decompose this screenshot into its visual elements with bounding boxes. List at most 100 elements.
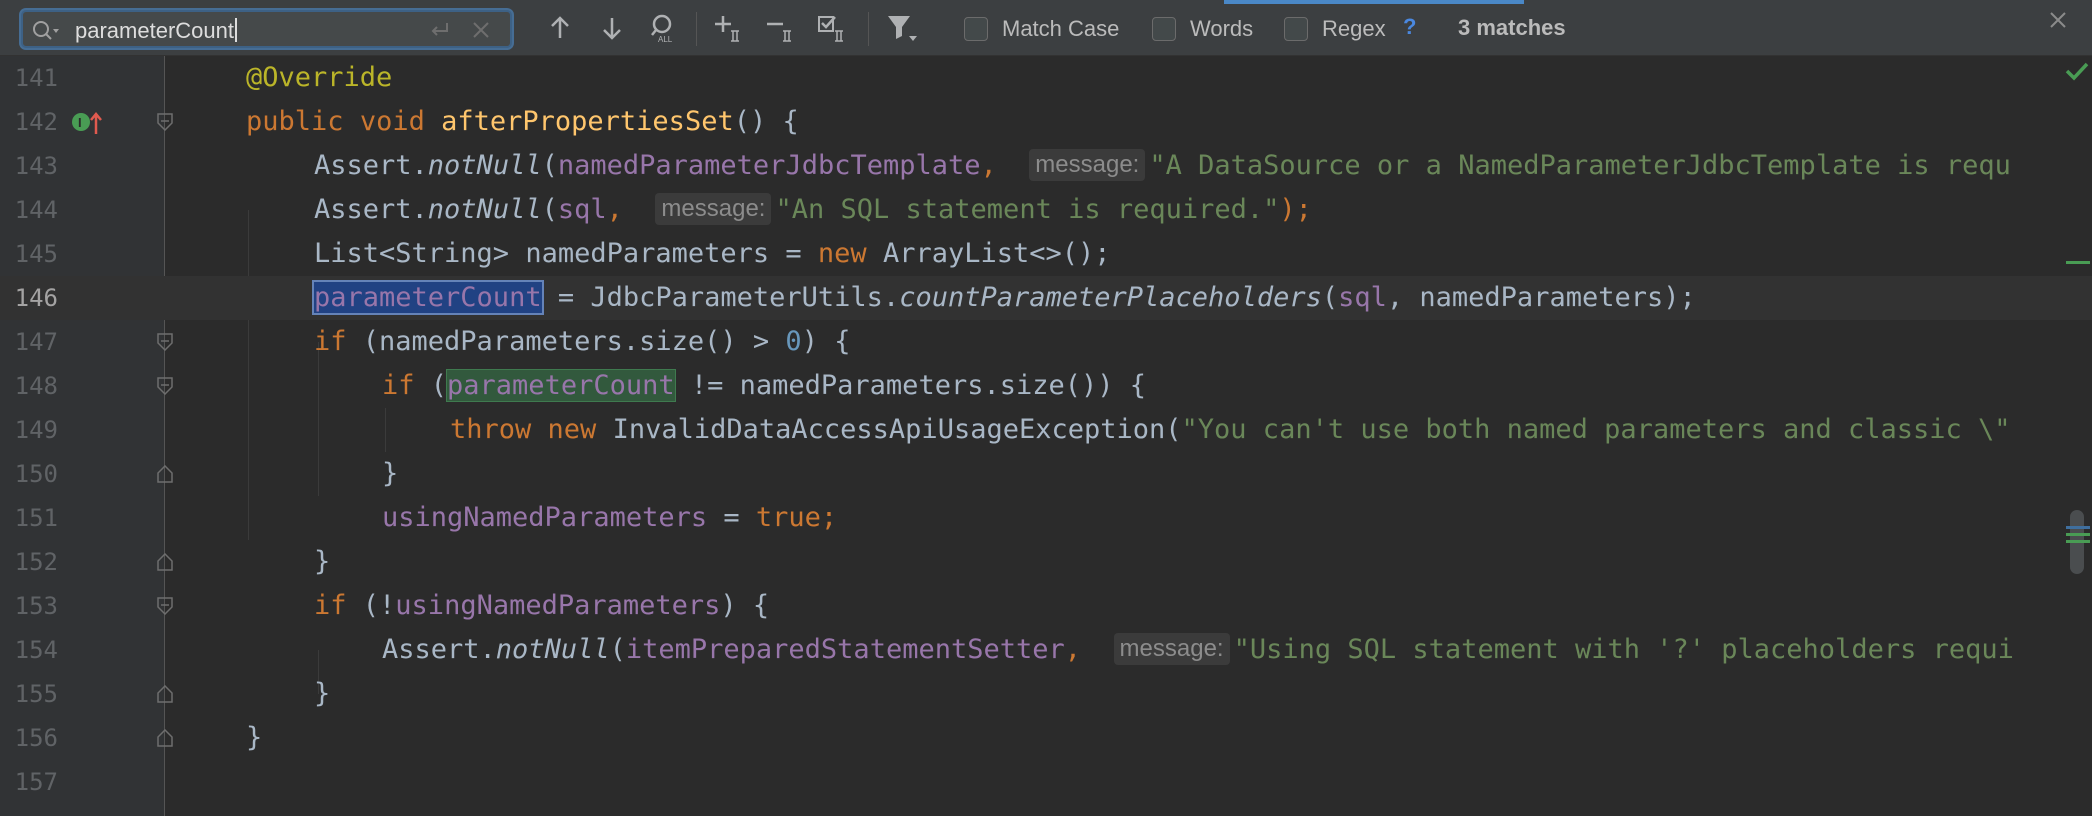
code-text[interactable]: parameterCount = JdbcParameterUtils.coun… [312, 276, 1696, 320]
code-text[interactable]: } [382, 452, 398, 496]
line-number[interactable]: 147 [0, 320, 58, 364]
code-line[interactable]: 148 if (parameterCount != namedParameter… [0, 364, 2092, 408]
punctuation-token: () { [733, 106, 799, 137]
clear-search-icon[interactable] [469, 19, 493, 41]
code-text[interactable]: if (!usingNamedParameters) { [314, 584, 769, 628]
checkbox-box[interactable] [964, 17, 988, 41]
code-editor[interactable]: 141 @Override 142 I public void afterPro… [0, 56, 2092, 816]
remove-occurrence-button[interactable] [764, 10, 800, 46]
static-method-token: notNull [495, 634, 610, 665]
toolbar-separator [696, 12, 697, 46]
code-line-current[interactable]: 146 parameterCount = JdbcParameterUtils.… [0, 276, 2092, 320]
code-text[interactable]: } [246, 716, 262, 760]
code-line[interactable]: 152 } [0, 540, 2092, 584]
match-stripe-marker[interactable] [2066, 526, 2090, 529]
regex-checkbox[interactable]: Regex [1284, 14, 1386, 44]
line-number[interactable]: 144 [0, 188, 58, 232]
find-all-button[interactable]: ALL [646, 10, 682, 46]
code-text[interactable]: List<String> namedParameters = new Array… [314, 232, 1111, 276]
code-text[interactable]: throw new InvalidDataAccessApiUsageExcep… [450, 408, 2011, 452]
code-text[interactable]: Assert.notNull(itemPreparedStatementSett… [382, 628, 2014, 672]
code-line[interactable]: 143 Assert.notNull(namedParameterJdbcTem… [0, 144, 2092, 188]
match-count: 3 matches [1458, 15, 1566, 40]
line-number[interactable]: 152 [0, 540, 58, 584]
words-label[interactable]: Words [1190, 16, 1253, 42]
line-number[interactable]: 141 [0, 56, 58, 100]
line-number[interactable]: 154 [0, 628, 58, 672]
fold-end-marker-icon[interactable] [157, 729, 173, 747]
code-line[interactable]: 144 Assert.notNull(sql, message: "An SQL … [0, 188, 2092, 232]
search-query-text[interactable]: parameterCount [75, 18, 234, 43]
static-method-token: notNull [427, 194, 542, 225]
line-number[interactable]: 148 [0, 364, 58, 408]
code-text[interactable]: } [314, 540, 330, 584]
fold-marker-icon[interactable] [157, 113, 173, 131]
line-number[interactable]: 142 [0, 100, 58, 144]
line-number[interactable]: 153 [0, 584, 58, 628]
search-history-icon[interactable] [31, 19, 61, 41]
words-checkbox[interactable]: Words [1152, 14, 1253, 44]
current-search-match[interactable]: parameterCount [312, 280, 544, 315]
match-stripe-marker[interactable] [2066, 540, 2090, 543]
checkbox-box[interactable] [1152, 17, 1176, 41]
no-problems-check-icon[interactable] [2064, 60, 2090, 82]
previous-occurrence-button[interactable] [542, 10, 578, 46]
code-line[interactable]: 153 if (!usingNamedParameters) { [0, 584, 2092, 628]
line-number[interactable]: 155 [0, 672, 58, 716]
keyword-token: throw [450, 414, 532, 445]
code-line[interactable]: 147 if (namedParameters.size() > 0) { [0, 320, 2092, 364]
regex-help-link[interactable]: ? [1403, 14, 1416, 40]
line-number[interactable]: 157 [0, 760, 58, 804]
line-number[interactable]: 145 [0, 232, 58, 276]
line-number[interactable]: 143 [0, 144, 58, 188]
fold-marker-icon[interactable] [157, 597, 173, 615]
code-line[interactable]: 155 } [0, 672, 2092, 716]
line-number[interactable]: 149 [0, 408, 58, 452]
line-number[interactable]: 150 [0, 452, 58, 496]
code-line[interactable]: 156 } [0, 716, 2092, 760]
code-line[interactable]: 151 usingNamedParameters = true; [0, 496, 2092, 540]
next-occurrence-button[interactable] [594, 10, 630, 46]
new-line-icon[interactable] [427, 19, 451, 41]
code-text[interactable]: public void afterPropertiesSet() { [246, 100, 799, 144]
fold-end-marker-icon[interactable] [157, 465, 173, 483]
error-stripe[interactable] [2052, 56, 2092, 816]
filter-icon [888, 16, 917, 41]
code-text[interactable]: usingNamedParameters = true; [382, 496, 837, 540]
search-input[interactable]: parameterCount [21, 10, 512, 48]
fold-end-marker-icon[interactable] [157, 685, 173, 703]
search-match[interactable]: parameterCount [446, 369, 676, 402]
code-text[interactable]: Assert.notNull(namedParameterJdbcTemplat… [314, 144, 2011, 188]
code-text[interactable]: } [314, 672, 330, 716]
code-line[interactable]: 149 throw new InvalidDataAccessApiUsageE… [0, 408, 2092, 452]
code-line[interactable]: 142 I public void afterPropertiesSet() { [0, 100, 2092, 144]
code-line[interactable]: 157 [0, 760, 2092, 804]
close-find-bar-icon[interactable] [2046, 8, 2070, 32]
fold-marker-icon[interactable] [157, 377, 173, 395]
line-number[interactable]: 156 [0, 716, 58, 760]
implements-method-icon[interactable]: I [70, 110, 106, 136]
match-case-checkbox[interactable]: Match Case [964, 14, 1119, 44]
code-text[interactable]: Assert.notNull(sql, message: "An SQL stat… [314, 188, 1312, 232]
match-stripe-marker[interactable] [2066, 533, 2090, 536]
checkbox-box[interactable] [1284, 17, 1308, 41]
code-line[interactable]: 154 Assert.notNull(itemPreparedStatement… [0, 628, 2092, 672]
code-line[interactable]: 145 List<String> namedParameters = new A… [0, 232, 2092, 276]
code-text[interactable]: if (namedParameters.size() > 0) { [314, 320, 850, 364]
code-line[interactable]: 150 } [0, 452, 2092, 496]
fold-marker-icon[interactable] [157, 333, 173, 351]
regex-label[interactable]: Regex [1322, 16, 1386, 42]
fold-end-marker-icon[interactable] [157, 553, 173, 571]
code-token: = [707, 502, 756, 533]
match-stripe-marker[interactable] [2066, 261, 2090, 264]
field-token: usingNamedParameters [382, 502, 708, 533]
code-line[interactable]: 141 @Override [0, 56, 2092, 100]
add-occurrence-button[interactable] [712, 10, 748, 46]
filter-search-results-button[interactable] [884, 10, 920, 46]
code-text[interactable]: if (parameterCount != namedParameters.si… [382, 364, 1146, 408]
code-text[interactable]: @Override [246, 56, 392, 100]
match-case-label[interactable]: Match Case [1002, 16, 1119, 42]
line-number[interactable]: 151 [0, 496, 58, 540]
select-all-occurrences-button[interactable] [816, 10, 852, 46]
line-number[interactable]: 146 [0, 276, 58, 320]
